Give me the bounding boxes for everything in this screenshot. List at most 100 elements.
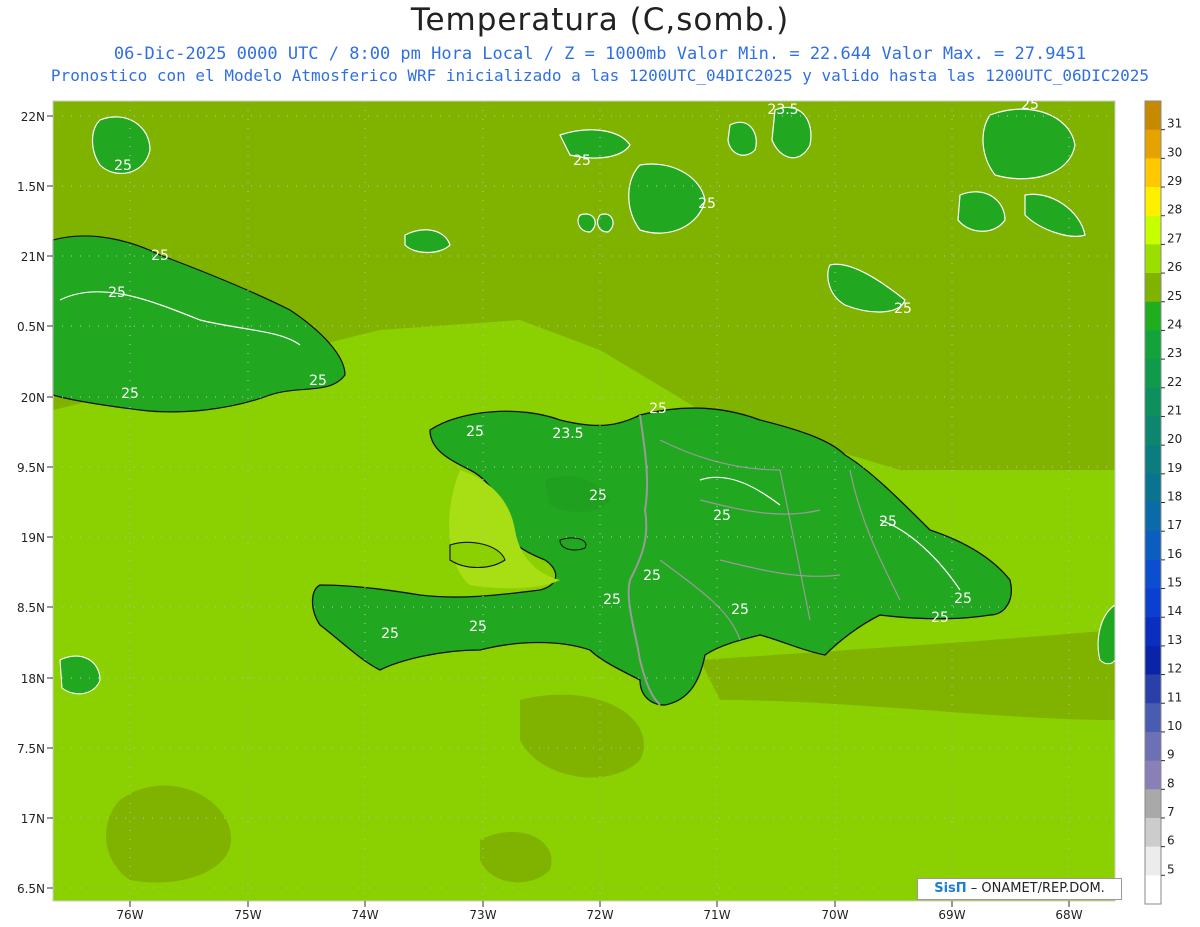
lon-label: 70W	[821, 908, 848, 922]
colorbar-tick-label: 13	[1167, 633, 1182, 647]
lat-label: 8.5N	[17, 601, 45, 615]
contour-label: 25	[381, 626, 399, 642]
colorbar-swatch	[1145, 817, 1161, 848]
colorbar-swatch	[1145, 760, 1161, 790]
lat-label: 6.5N	[17, 882, 45, 896]
colorbar-tick-label: 16	[1167, 547, 1182, 561]
latitude-labels: 22N 1.5N 21N 0.5N 20N 9.5N 19N 8.5N 18N 7.5N 17N 6.…	[17, 110, 53, 896]
colorbar-tick-label: 29	[1167, 174, 1182, 188]
colorbar-tick-label: 6	[1167, 834, 1175, 848]
lon-label: 76W	[116, 908, 143, 922]
lon-label: 72W	[586, 908, 613, 922]
contour-label: 25	[1021, 97, 1039, 113]
colorbar-swatch	[1145, 789, 1161, 819]
colorbar-swatch	[1145, 559, 1161, 590]
colorbar-tick-label: 18	[1167, 490, 1182, 504]
colorbar-swatch	[1145, 588, 1161, 618]
lat-label: 22N	[21, 110, 45, 124]
contour-label: 25	[108, 285, 126, 301]
colorbar-tick-label: 25	[1167, 289, 1182, 303]
colorbar-swatch	[1145, 244, 1161, 274]
colorbar-tick-label: 7	[1167, 805, 1175, 819]
contour-label: 25	[114, 158, 132, 174]
lat-label: 19N	[21, 531, 45, 545]
colorbar-swatch	[1145, 416, 1161, 446]
longitude-labels: 76W 75W 74W 73W 72W 71W 70W 69W 68W	[116, 901, 1083, 922]
colorbar-swatch	[1145, 502, 1161, 532]
lat-label: 0.5N	[17, 320, 45, 334]
colorbar-tick-label: 22	[1167, 375, 1182, 389]
colorbar-swatch	[1145, 531, 1161, 561]
temperature-map: 22N 1.5N 21N 0.5N 20N 9.5N 19N 8.5N 18N 7.5N 17N 6.…	[17, 97, 1182, 922]
contour-label: 23.5	[767, 102, 798, 118]
colorbar-swatch	[1145, 875, 1161, 905]
colorbar-swatch	[1145, 617, 1161, 647]
contour-label: 25	[713, 508, 731, 524]
colorbar-swatch	[1145, 445, 1161, 475]
lon-label: 68W	[1055, 908, 1082, 922]
contour-label: 23.5	[552, 426, 583, 442]
colorbar-tick-label: 30	[1167, 145, 1182, 159]
colorbar-tick-label: 10	[1167, 719, 1182, 733]
colorbar-tick-label: 20	[1167, 432, 1182, 446]
colorbar-tick-label: 12	[1167, 662, 1182, 676]
colorbar-tick-label: 27	[1167, 231, 1182, 245]
colorbar-tick-label: 8	[1167, 776, 1175, 790]
colorbar-swatch	[1145, 101, 1161, 131]
contour-label: 25	[894, 301, 912, 317]
colorbar-swatch	[1145, 645, 1161, 676]
contour-label: 25	[603, 592, 621, 608]
colorbar-tick-label: 11	[1167, 690, 1182, 704]
contour-label: 25	[643, 568, 661, 584]
lat-label: 9.5N	[17, 461, 45, 475]
lat-label: 21N	[21, 250, 45, 264]
colorbar-swatch	[1145, 215, 1161, 245]
colorbar-tick-label: 23	[1167, 346, 1182, 360]
colorbar-swatch	[1145, 674, 1161, 704]
contour-label: 25	[731, 602, 749, 618]
colorbar-tick-label: 31	[1167, 117, 1182, 131]
contour-label: 25	[954, 591, 972, 607]
contour-label: 25	[573, 153, 591, 169]
colorbar-swatch	[1145, 187, 1161, 217]
colorbar-tick-label: 17	[1167, 518, 1182, 532]
colorbar-swatch	[1145, 359, 1161, 389]
sispi-logo: SisΠ	[934, 881, 967, 896]
contour-label: 25	[151, 248, 169, 264]
colorbar-tick-label: 14	[1167, 604, 1182, 618]
colorbar-tick-label: 15	[1167, 576, 1182, 590]
lon-label: 75W	[234, 908, 261, 922]
colorbar-tick-label: 21	[1167, 403, 1182, 417]
colorbar-swatch	[1145, 301, 1161, 331]
colorbar-tick-label: 24	[1167, 317, 1182, 331]
credit-box: SisΠ – ONAMET/REP.DOM.	[917, 878, 1122, 900]
contour-label: 25	[649, 401, 667, 417]
colorbar-swatch	[1145, 387, 1161, 417]
contour-label: 25	[931, 610, 949, 626]
contour-label: 25	[879, 514, 897, 530]
lat-label: 17N	[21, 812, 45, 826]
colorbar-swatch	[1145, 330, 1161, 360]
lat-label: 18N	[21, 672, 45, 686]
colorbar-swatch	[1145, 129, 1161, 159]
colorbar-swatch	[1145, 846, 1161, 876]
colorbar-tick-label: 28	[1167, 203, 1182, 217]
lat-label: 1.5N	[17, 180, 45, 194]
lon-label: 73W	[469, 908, 496, 922]
temperature-colorbar: 31 30 29 28 27 26 25 24 23 22 21 20 19 18 17 16 15 14 13 12…	[1144, 100, 1182, 905]
colorbar-tick-label: 5	[1167, 862, 1175, 876]
islet-2	[597, 213, 614, 233]
colorbar-tick-label: 9	[1167, 748, 1175, 762]
colorbar-swatch	[1145, 158, 1161, 188]
colorbar-swatch	[1145, 273, 1161, 303]
contour-label: 25	[121, 386, 139, 402]
lon-label: 69W	[938, 908, 965, 922]
lon-label: 74W	[351, 908, 378, 922]
lat-label: 20N	[21, 391, 45, 405]
colorbar-swatch	[1145, 703, 1161, 733]
lon-label: 71W	[703, 908, 730, 922]
colorbar-swatch	[1145, 731, 1161, 762]
contour-label: 25	[698, 196, 716, 212]
colorbar-tick-label: 19	[1167, 461, 1182, 475]
contour-label: 25	[469, 619, 487, 635]
